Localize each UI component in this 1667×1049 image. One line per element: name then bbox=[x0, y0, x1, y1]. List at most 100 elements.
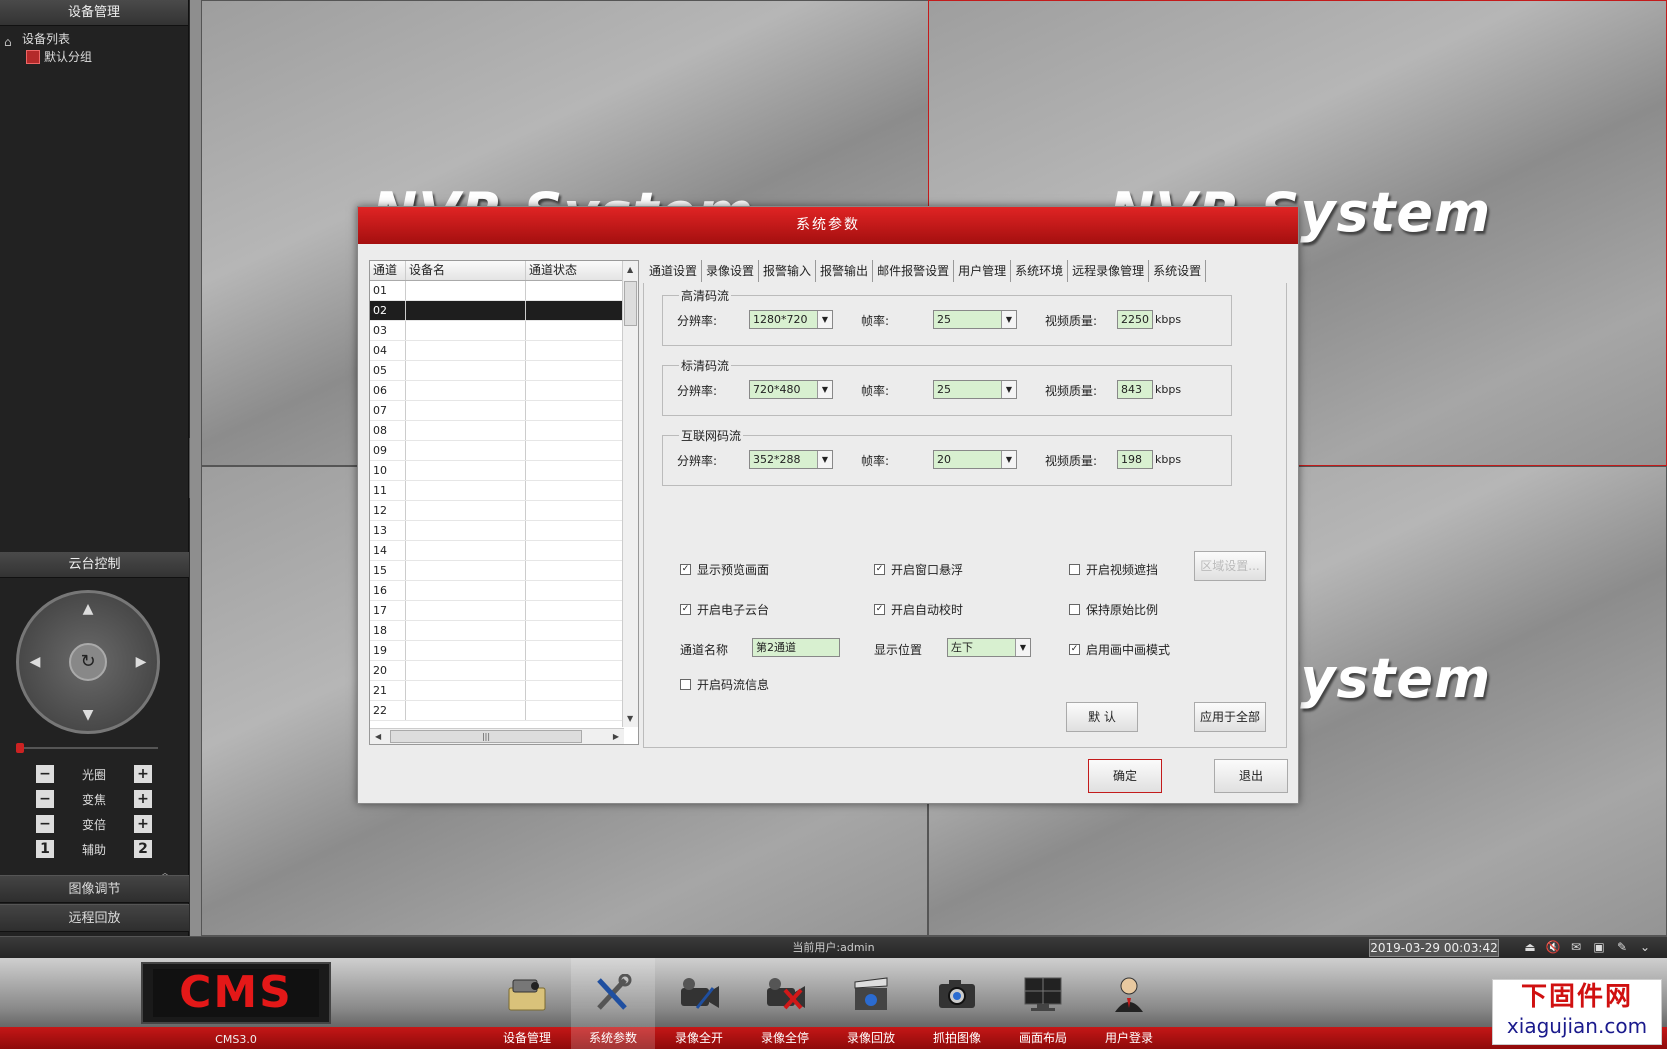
col-device-name[interactable]: 设备名 bbox=[406, 261, 526, 280]
sd-quality-input[interactable]: 843 bbox=[1117, 380, 1153, 399]
iris-minus-button[interactable]: − bbox=[36, 765, 54, 783]
tab-record-settings[interactable]: 录像设置 bbox=[702, 260, 760, 282]
channel-list-hscroll[interactable]: ◀ ||| ▶ bbox=[370, 728, 624, 744]
scroll-right-icon[interactable]: ▶ bbox=[613, 732, 619, 741]
channel-row[interactable]: 04 bbox=[370, 341, 638, 361]
tab-user-management[interactable]: 用户管理 bbox=[954, 260, 1012, 282]
channel-row[interactable]: 21 bbox=[370, 681, 638, 701]
ptz-speed-slider[interactable] bbox=[18, 747, 158, 749]
zoom-minus-button[interactable]: − bbox=[36, 815, 54, 833]
scroll-down-icon[interactable]: ▼ bbox=[627, 714, 633, 723]
channel-row[interactable]: 08 bbox=[370, 421, 638, 441]
window-float-checkbox[interactable]: ✓ 开启窗口悬浮 bbox=[874, 561, 963, 578]
tab-remote-record[interactable]: 远程录像管理 bbox=[1068, 260, 1150, 282]
ptz-right-icon[interactable]: ▶ bbox=[131, 652, 151, 672]
tab-mail-alarm[interactable]: 邮件报警设置 bbox=[873, 260, 955, 282]
channel-row[interactable]: 01 bbox=[370, 281, 638, 301]
channel-row[interactable]: 07 bbox=[370, 401, 638, 421]
tab-system-environment[interactable]: 系统环境 bbox=[1011, 260, 1069, 282]
exit-button[interactable]: 退出 bbox=[1214, 759, 1288, 793]
hscroll-thumb[interactable]: ||| bbox=[390, 730, 582, 743]
collapse-icon[interactable]: ⌄ bbox=[1637, 939, 1653, 955]
net-fps-select[interactable]: 20 ▼ bbox=[933, 450, 1017, 469]
ptz-left-icon[interactable]: ◀ bbox=[25, 652, 45, 672]
toolbar-snapshot[interactable]: 抓拍图像 bbox=[915, 958, 999, 1049]
channel-row-selected[interactable]: 02 bbox=[370, 301, 638, 321]
toolbar-record-playback[interactable]: 录像回放 bbox=[829, 958, 913, 1049]
channel-row[interactable]: 15 bbox=[370, 561, 638, 581]
e-ptz-checkbox[interactable]: ✓ 开启电子云台 bbox=[680, 601, 769, 618]
toolbar-record-all-on[interactable]: 录像全开 bbox=[657, 958, 741, 1049]
zoom-plus-button[interactable]: + bbox=[133, 815, 152, 833]
channel-row[interactable]: 10 bbox=[370, 461, 638, 481]
channel-row[interactable]: 19 bbox=[370, 641, 638, 661]
ptz-down-icon[interactable]: ▼ bbox=[78, 705, 98, 725]
default-button[interactable]: 默 认 bbox=[1066, 702, 1138, 732]
sd-fps-select[interactable]: 25 ▼ bbox=[933, 380, 1017, 399]
channel-row[interactable]: 11 bbox=[370, 481, 638, 501]
video-mask-checkbox[interactable]: 开启视频遮挡 bbox=[1069, 561, 1158, 578]
tab-channel-settings[interactable]: 通道设置 bbox=[645, 260, 703, 282]
hd-quality-input[interactable]: 2250 bbox=[1117, 310, 1153, 329]
toolbar-layout[interactable]: 画面布局 bbox=[1001, 958, 1085, 1049]
focus-minus-button[interactable]: − bbox=[36, 790, 54, 808]
ptz-speed-handle[interactable] bbox=[16, 743, 24, 753]
hd-fps-select[interactable]: 25 ▼ bbox=[933, 310, 1017, 329]
eject-icon[interactable]: ⏏ bbox=[1522, 939, 1538, 955]
channel-row[interactable]: 06 bbox=[370, 381, 638, 401]
toolbar-record-all-stop[interactable]: 录像全停 bbox=[743, 958, 827, 1049]
mute-icon[interactable]: 🔇 bbox=[1545, 939, 1561, 955]
channel-row[interactable]: 17 bbox=[370, 601, 638, 621]
focus-plus-button[interactable]: + bbox=[133, 790, 152, 808]
net-quality-input[interactable]: 198 bbox=[1117, 450, 1153, 469]
net-resolution-select[interactable]: 352*288 ▼ bbox=[749, 450, 833, 469]
vscroll-thumb[interactable] bbox=[624, 281, 637, 326]
stream-info-checkbox[interactable]: 开启码流信息 bbox=[680, 676, 769, 693]
hd-resolution-select[interactable]: 1280*720 ▼ bbox=[749, 310, 833, 329]
area-settings-button[interactable]: 区域设置... bbox=[1194, 551, 1266, 581]
toolbar-user-login[interactable]: 用户登录 bbox=[1087, 958, 1171, 1049]
tree-default-group[interactable]: 默认分组 bbox=[4, 48, 184, 66]
tab-system-settings[interactable]: 系统设置 bbox=[1149, 260, 1207, 282]
image-adjust-button[interactable]: 图像调节 bbox=[0, 875, 189, 903]
aux-2-button[interactable]: 2 bbox=[133, 840, 152, 858]
channel-row[interactable]: 09 bbox=[370, 441, 638, 461]
scroll-up-icon[interactable]: ▲ bbox=[627, 265, 633, 274]
toolbar-system-params[interactable]: 系统参数 bbox=[571, 958, 655, 1049]
window-icon[interactable]: ▣ bbox=[1591, 939, 1607, 955]
channel-row[interactable]: 14 bbox=[370, 541, 638, 561]
position-select[interactable]: 左下 ▼ bbox=[947, 638, 1031, 657]
scroll-left-icon[interactable]: ◀ bbox=[375, 732, 381, 741]
show-preview-checkbox[interactable]: ✓ 显示预览画面 bbox=[680, 561, 769, 578]
channel-row[interactable]: 22 bbox=[370, 701, 638, 721]
toolbar-device-manager[interactable]: 设备管理 bbox=[485, 958, 569, 1049]
col-channel-status[interactable]: 通道状态 bbox=[526, 261, 623, 280]
channel-row[interactable]: 18 bbox=[370, 621, 638, 641]
sd-resolution-select[interactable]: 720*480 ▼ bbox=[749, 380, 833, 399]
tab-alarm-output[interactable]: 报警输出 bbox=[816, 260, 874, 282]
apply-all-button[interactable]: 应用于全部 bbox=[1194, 702, 1266, 732]
tree-root[interactable]: ⌂ 设备列表 bbox=[4, 30, 184, 49]
pin-icon[interactable]: ✎ bbox=[1614, 939, 1630, 955]
pip-checkbox[interactable]: ✓ 启用画中画模式 bbox=[1069, 641, 1170, 658]
channel-row[interactable]: 05 bbox=[370, 361, 638, 381]
dialog-title[interactable]: 系统参数 bbox=[358, 207, 1298, 244]
iris-plus-button[interactable]: + bbox=[133, 765, 152, 783]
channel-list-vscroll[interactable]: ▲ ▼ bbox=[622, 261, 638, 727]
channel-row[interactable]: 20 bbox=[370, 661, 638, 681]
ok-button[interactable]: 确定 bbox=[1088, 759, 1162, 793]
channel-row[interactable]: 03 bbox=[370, 321, 638, 341]
ptz-up-icon[interactable]: ▲ bbox=[78, 599, 98, 619]
aux-1-button[interactable]: 1 bbox=[36, 840, 54, 858]
channel-row[interactable]: 16 bbox=[370, 581, 638, 601]
mail-icon[interactable]: ✉ bbox=[1568, 939, 1584, 955]
remote-playback-button[interactable]: 远程回放 bbox=[0, 904, 189, 932]
channel-row[interactable]: 13 bbox=[370, 521, 638, 541]
ptz-auto-rotate-icon[interactable]: ↻ bbox=[69, 643, 107, 681]
channel-name-input[interactable]: 第2通道 bbox=[752, 638, 840, 657]
auto-time-checkbox[interactable]: ✓ 开启自动校时 bbox=[874, 601, 963, 618]
keep-ratio-checkbox[interactable]: 保持原始比例 bbox=[1069, 601, 1158, 618]
col-channel[interactable]: 通道 bbox=[370, 261, 406, 280]
tab-alarm-input[interactable]: 报警输入 bbox=[759, 260, 817, 282]
channel-row[interactable]: 12 bbox=[370, 501, 638, 521]
